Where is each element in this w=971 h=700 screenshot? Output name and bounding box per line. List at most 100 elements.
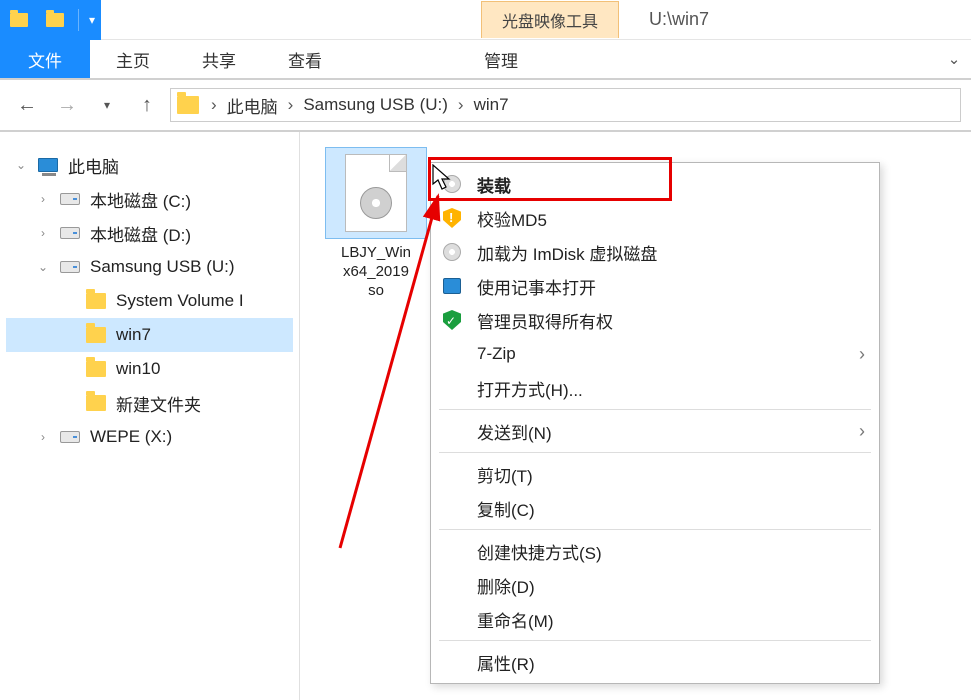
explorer-icon [6,7,32,33]
file-label: LBJY_Win x64_2019 so [316,244,436,300]
drive-icon [60,193,80,205]
qat-folder-icon[interactable] [42,7,68,33]
tree-label: 新建文件夹 [116,391,201,416]
qat-separator [78,9,79,31]
nav-tree: ⌄ 此电脑 › 本地磁盘 (C:) › 本地磁盘 (D:) ⌄ Samsung … [0,132,300,700]
ctx-separator [439,452,871,453]
tree-label: win10 [116,359,160,379]
tree-this-pc[interactable]: ⌄ 此电脑 [6,148,293,182]
chevron-right-icon: › [452,95,470,115]
drive-icon [60,261,80,273]
ctx-separator [439,640,871,641]
ctx-rename[interactable]: 重命名(M) [431,602,879,636]
breadcrumb-item[interactable]: Samsung USB (U:) [303,95,448,115]
up-button[interactable]: ↑ [130,88,164,122]
qat-dropdown-icon[interactable]: ▾ [89,13,95,27]
iso-file-icon [326,148,426,238]
back-button[interactable]: ← [10,88,44,122]
tab-view[interactable]: 查看 [262,40,348,78]
tree-folder-selected[interactable]: win7 [6,318,293,352]
folder-icon [86,395,106,411]
tree-drive[interactable]: ⌄ Samsung USB (U:) [6,250,293,284]
folder-icon [86,327,106,343]
ctx-delete[interactable]: 删除(D) [431,568,879,602]
expand-icon[interactable]: › [36,192,50,206]
window-title: U:\win7 [649,9,709,30]
ctx-label: 加载为 ImDisk 虚拟磁盘 [477,240,657,265]
tab-share[interactable]: 共享 [176,40,262,78]
file-tab[interactable]: 文件 [0,40,90,78]
ctx-open-notepad[interactable]: 使用记事本打开 [431,269,879,303]
ctx-label: 使用记事本打开 [477,274,596,299]
navbar: ← → ▾ ↑ › 此电脑 › Samsung USB (U:) › win7 [0,80,971,132]
breadcrumb[interactable]: › 此电脑 › Samsung USB (U:) › win7 [170,88,961,122]
chevron-right-icon: › [205,95,223,115]
ctx-imdisk[interactable]: 加载为 ImDisk 虚拟磁盘 [431,235,879,269]
submenu-arrow-icon: › [859,421,865,442]
ctx-open-with[interactable]: 打开方式(H)... [431,371,879,405]
ctx-label: 7-Zip [477,344,516,364]
ctx-copy[interactable]: 复制(C) [431,491,879,525]
ctx-label: 打开方式(H)... [477,376,583,401]
tree-drive[interactable]: › 本地磁盘 (C:) [6,182,293,216]
ctx-take-ownership[interactable]: 管理员取得所有权 [431,303,879,337]
ctx-label: 发送到(N) [477,419,552,444]
contextual-tools-label: 光盘映像工具 [481,1,619,38]
app-icon [441,275,463,297]
ctx-label: 管理员取得所有权 [477,308,613,333]
tree-label: System Volume I [116,291,244,311]
ctx-separator [439,529,871,530]
folder-icon [86,293,106,309]
disc-icon [441,173,463,195]
ctx-md5[interactable]: 校验MD5 [431,201,879,235]
tree-folder[interactable]: System Volume I [6,284,293,318]
tree-label: WEPE (X:) [90,427,172,447]
ctx-send-to[interactable]: 发送到(N) › [431,414,879,448]
tree-label: 此电脑 [68,153,119,178]
breadcrumb-folder-icon [177,96,199,114]
tree-label: win7 [116,325,151,345]
ctx-label: 复制(C) [477,496,535,521]
ctx-7zip[interactable]: 7-Zip › [431,337,879,371]
expand-icon[interactable]: › [36,226,50,240]
expand-icon[interactable]: › [36,430,50,444]
ctx-properties[interactable]: 属性(R) [431,645,879,679]
ctx-mount[interactable]: 装载 [431,167,879,201]
ctx-cut[interactable]: 剪切(T) [431,457,879,491]
drive-icon [60,431,80,443]
quick-access-toolbar: ▾ [0,0,101,40]
tree-label: 本地磁盘 (C:) [90,187,191,212]
expand-icon[interactable]: ⌄ [14,158,28,172]
file-item-iso[interactable]: LBJY_Win x64_2019 so [316,148,436,300]
ctx-label: 重命名(M) [477,607,553,632]
disc-icon [441,241,463,263]
tree-folder[interactable]: 新建文件夹 [6,386,293,420]
collapse-icon[interactable]: ⌄ [36,260,50,274]
pc-icon [38,158,58,172]
forward-button[interactable]: → [50,88,84,122]
breadcrumb-item[interactable]: 此电脑 [227,93,278,118]
tab-manage[interactable]: 管理 [458,40,544,78]
ribbon: 文件 主页 共享 查看 管理 ⌄ [0,40,971,80]
ribbon-minimize-icon[interactable]: ⌄ [937,40,971,78]
ctx-create-shortcut[interactable]: 创建快捷方式(S) [431,534,879,568]
tree-drive[interactable]: › WEPE (X:) [6,420,293,454]
chevron-right-icon: › [282,95,300,115]
tree-folder[interactable]: win10 [6,352,293,386]
tab-home[interactable]: 主页 [90,40,176,78]
breadcrumb-item[interactable]: win7 [474,95,509,115]
ctx-label: 装载 [477,172,511,197]
shield-ok-icon [441,309,463,331]
titlebar: ▾ 光盘映像工具 U:\win7 [0,0,971,40]
ctx-label: 剪切(T) [477,462,533,487]
ctx-label: 校验MD5 [477,206,547,231]
drive-icon [60,227,80,239]
history-dropdown-icon[interactable]: ▾ [90,88,124,122]
ctx-label: 属性(R) [477,650,535,675]
tree-label: Samsung USB (U:) [90,257,235,277]
ctx-separator [439,409,871,410]
submenu-arrow-icon: › [859,344,865,365]
tree-label: 本地磁盘 (D:) [90,221,191,246]
tree-drive[interactable]: › 本地磁盘 (D:) [6,216,293,250]
shield-warn-icon [441,207,463,229]
